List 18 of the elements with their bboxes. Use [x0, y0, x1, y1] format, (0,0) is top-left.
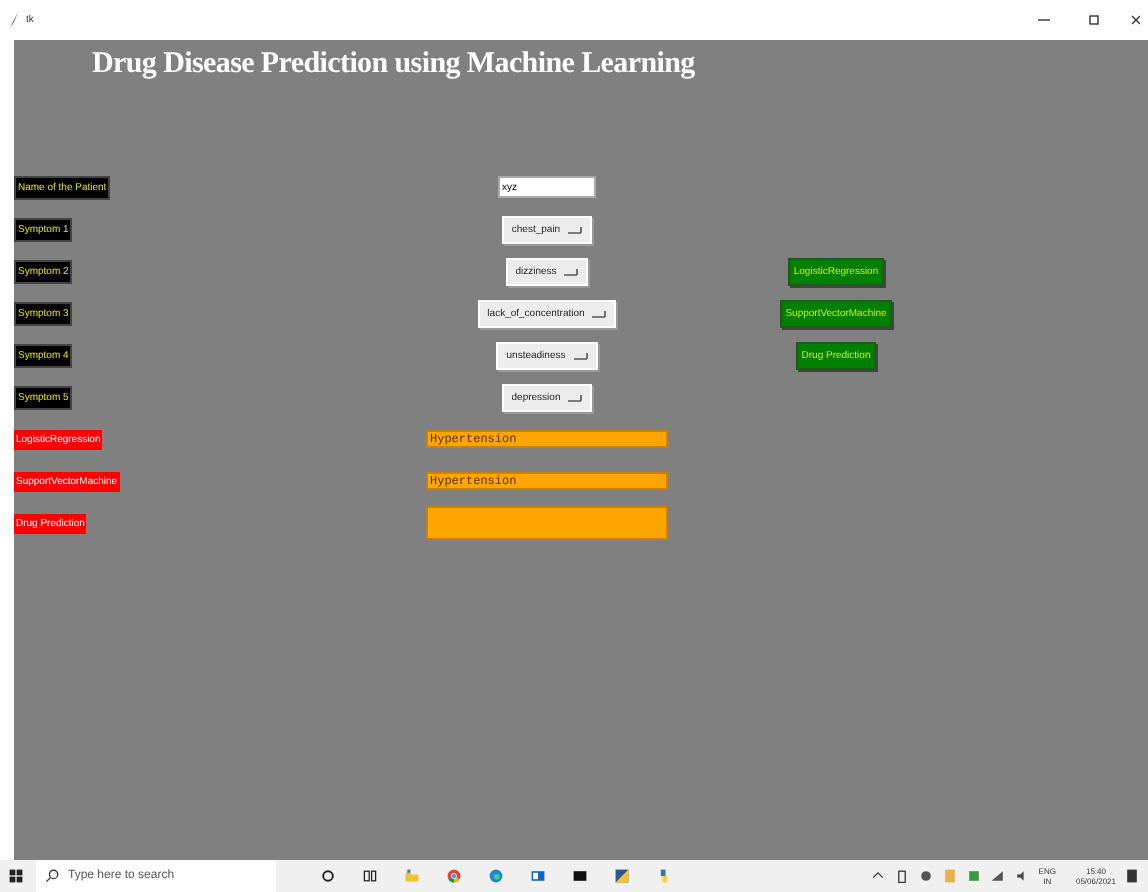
folder-icon[interactable]: [404, 868, 420, 884]
wifi-icon[interactable]: [990, 868, 1007, 884]
option-menu-icon: [573, 351, 588, 359]
task-view-icon[interactable]: [362, 868, 378, 884]
maximize-icon[interactable]: [1084, 10, 1104, 30]
battery-icon[interactable]: [894, 868, 911, 884]
circle-icon[interactable]: [320, 868, 336, 884]
chrome-icon[interactable]: [446, 868, 462, 884]
chevron-up-icon[interactable]: [870, 868, 887, 884]
option-menu-icon: [568, 225, 583, 233]
option-menu-icon: [564, 267, 579, 275]
option-menu-icon: [592, 309, 607, 317]
option-menu-icon: [568, 393, 583, 401]
windows-icon[interactable]: [8, 868, 24, 884]
close-icon[interactable]: [1130, 10, 1140, 30]
app-heading: Drug Disease Prediction using Machine Learning: [92, 48, 697, 84]
edge-icon[interactable]: [488, 868, 504, 884]
search-icon: [44, 868, 60, 884]
